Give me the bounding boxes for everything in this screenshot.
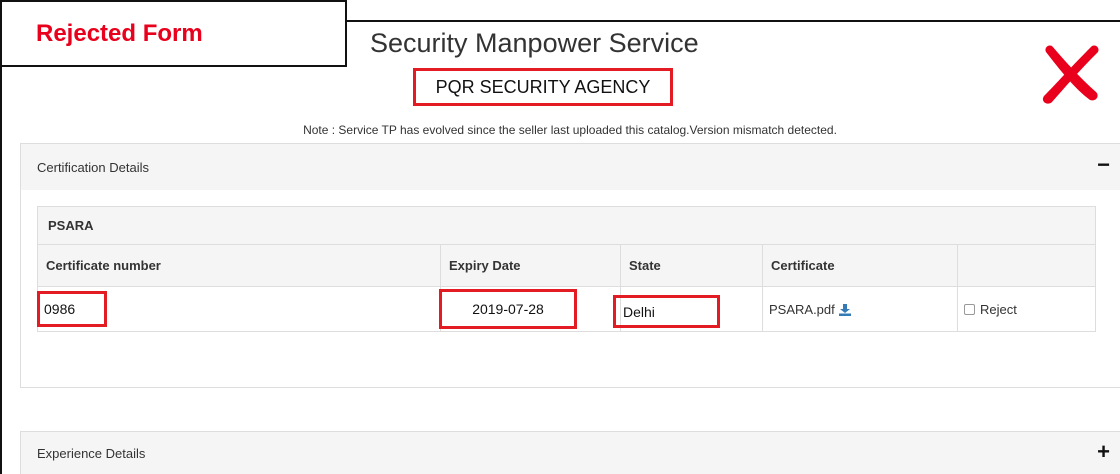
version-note: Note : Service TP has evolved since the … xyxy=(303,123,837,137)
certificate-download-link[interactable]: PSARA.pdf xyxy=(769,302,851,317)
column-header: Certificate number xyxy=(37,244,441,287)
certificate-number-highlight: 0986 xyxy=(37,291,107,327)
column-header: Certificate xyxy=(762,244,958,287)
column-header: State xyxy=(620,244,763,287)
column-header: Expiry Date xyxy=(440,244,621,287)
collapse-toggle-icon[interactable]: − xyxy=(1097,154,1110,176)
reject-cell: Reject xyxy=(956,286,1097,332)
frame-left-line xyxy=(0,66,2,474)
certificate-file-cell: PSARA.pdf xyxy=(762,286,958,332)
certification-panel-title: Certification Details xyxy=(37,160,149,175)
agency-name-highlight: PQR SECURITY AGENCY xyxy=(413,68,673,106)
column-header xyxy=(956,244,1097,287)
table-header-row: Certificate number Expiry Date State Cer… xyxy=(37,244,1097,287)
download-icon[interactable] xyxy=(838,303,851,316)
psara-table: PSARA Certificate number Expiry Date Sta… xyxy=(36,206,1097,332)
state-highlight: Delhi xyxy=(613,295,720,328)
rejected-form-callout: Rejected Form xyxy=(0,0,347,67)
agency-name: PQR SECURITY AGENCY xyxy=(435,76,651,97)
expiry-date-value: 2019-07-28 xyxy=(472,301,544,317)
state-value: Delhi xyxy=(623,303,655,320)
certificate-number-cell: 0986 xyxy=(37,286,441,332)
expiry-date-cell: 2019-07-28 xyxy=(439,286,621,332)
psara-group-label: PSARA xyxy=(36,206,1097,245)
psara-group-row: PSARA xyxy=(36,206,1097,245)
psara-table-wrapper: PSARA Certificate number Expiry Date Sta… xyxy=(36,206,1097,332)
certification-panel-body: PSARA Certificate number Expiry Date Sta… xyxy=(20,190,1120,388)
reject-checkbox-label[interactable]: Reject xyxy=(964,302,1095,317)
certificate-number-value: 0986 xyxy=(44,301,76,317)
page-title: Security Manpower Service xyxy=(370,28,699,58)
certification-panel-header[interactable]: Certification Details − xyxy=(20,143,1120,191)
frame-top-line xyxy=(346,20,1120,22)
red-cross-icon xyxy=(1042,45,1099,104)
expiry-date-highlight: 2019-07-28 xyxy=(439,289,577,329)
certificate-file-name: PSARA.pdf xyxy=(769,302,835,317)
state-cell: Delhi xyxy=(613,286,763,332)
table-row: 0986 2019-07-28 Delhi PSARA.pdf Reject xyxy=(37,286,1097,332)
experience-panel-title: Experience Details xyxy=(37,446,146,461)
experience-panel-header[interactable]: Experience Details + xyxy=(20,431,1120,474)
reject-checkbox[interactable] xyxy=(964,303,975,315)
rejected-form-label: Rejected Form xyxy=(36,20,203,47)
expand-toggle-icon[interactable]: + xyxy=(1097,441,1110,463)
reject-label: Reject xyxy=(980,301,1017,317)
